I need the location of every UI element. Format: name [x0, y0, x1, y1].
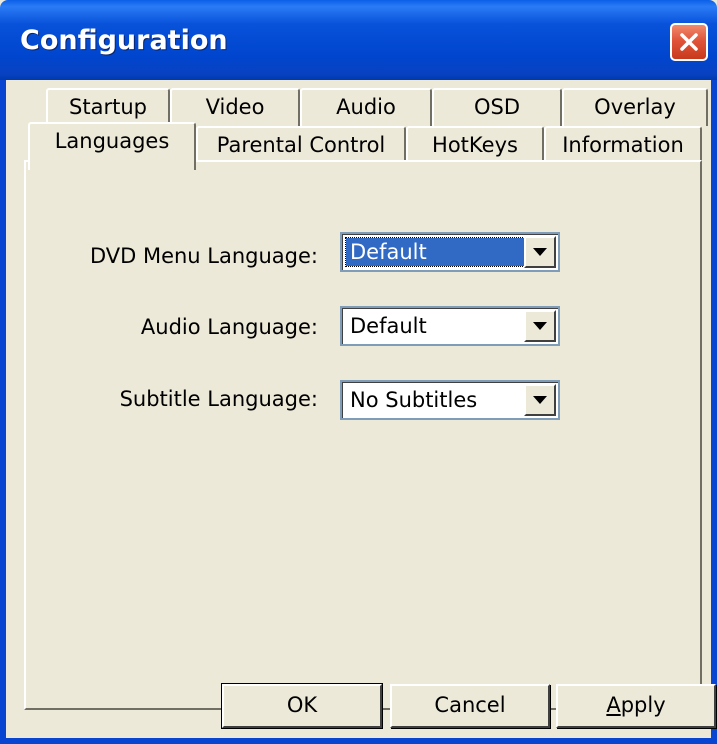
tab-page-languages: DVD Menu Language: Default Audio Languag… [24, 160, 702, 710]
window-frame-right [711, 80, 717, 744]
tab-information[interactable]: Information [544, 126, 702, 164]
dvd-menu-language-value: Default [345, 237, 525, 267]
tab-startup[interactable]: Startup [46, 88, 170, 126]
close-button[interactable] [670, 23, 708, 61]
subtitle-language-select[interactable]: No Subtitles [340, 380, 560, 420]
tab-osd[interactable]: OSD [432, 88, 562, 126]
subtitle-language-value: No Subtitles [350, 388, 478, 412]
subtitle-language-label: Subtitle Language: [119, 387, 318, 411]
cancel-button[interactable]: Cancel [390, 684, 550, 728]
dvd-menu-language-select[interactable]: Default [340, 232, 560, 272]
chevron-down-icon [533, 322, 547, 330]
title-bar[interactable]: Configuration [0, 0, 717, 80]
tab-video[interactable]: Video [170, 88, 300, 126]
tab-hotkeys[interactable]: HotKeys [406, 126, 544, 164]
window-title: Configuration [20, 25, 228, 56]
ok-button[interactable]: OK [221, 683, 383, 729]
tab-audio[interactable]: Audio [300, 88, 432, 126]
audio-language-value: Default [350, 314, 427, 338]
chevron-down-icon [533, 248, 547, 256]
dvd-menu-language-dropdown-button[interactable] [524, 236, 556, 268]
window-frame-bottom [6, 738, 711, 744]
subtitle-language-dropdown-button[interactable] [524, 384, 556, 416]
audio-language-select[interactable]: Default [340, 306, 560, 346]
chevron-down-icon [533, 396, 547, 404]
audio-language-label: Audio Language: [140, 315, 318, 339]
dvd-menu-language-label: DVD Menu Language: [89, 244, 318, 268]
tab-overlay[interactable]: Overlay [562, 88, 708, 126]
tab-parental-control[interactable]: Parental Control [196, 126, 406, 164]
window-frame-left [0, 80, 6, 744]
tab-languages[interactable]: Languages [28, 122, 196, 170]
apply-button[interactable]: Apply [556, 684, 716, 728]
audio-language-dropdown-button[interactable] [524, 310, 556, 342]
close-icon [680, 33, 698, 51]
